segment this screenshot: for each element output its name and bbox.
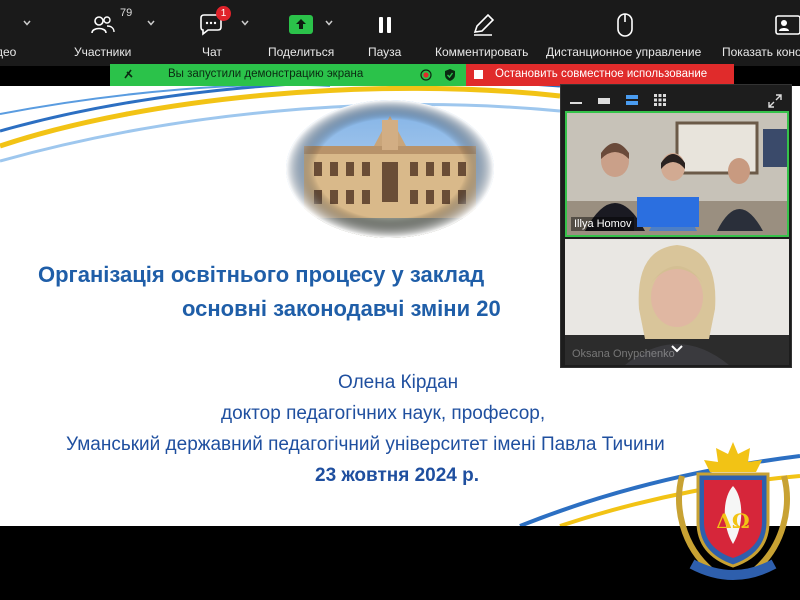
- shield-icon[interactable]: [444, 68, 456, 82]
- remote-control-mouse-icon: [617, 13, 633, 37]
- gallery-view-icon[interactable]: [653, 93, 667, 107]
- participants-button[interactable]: 79 Участники: [66, 0, 164, 66]
- speaker-view-icon[interactable]: [625, 93, 639, 107]
- slide-degree: доктор педагогічних наук, професор,: [221, 403, 546, 424]
- screen-sharing-banner: Вы запустили демонстрацию экрана: [110, 64, 466, 86]
- logo-letters: ΔΩ: [716, 509, 749, 533]
- chat-unread-badge: 1: [216, 6, 231, 21]
- active-speaker-view-icon[interactable]: [597, 93, 611, 107]
- participants-label: Участники: [74, 45, 132, 59]
- university-building-image: [286, 100, 494, 238]
- video-button[interactable]: деo: [0, 0, 40, 66]
- caret-down-icon[interactable]: [324, 18, 334, 28]
- chat-button[interactable]: 1 Чат: [190, 0, 256, 66]
- share-label: Поделиться: [268, 45, 335, 59]
- remote-label: Дистанционное управление: [546, 45, 702, 59]
- participant-video-tile[interactable]: Illya Homov: [565, 111, 789, 237]
- stop-icon: [474, 70, 483, 79]
- slide-author: Олена Кірдан: [338, 372, 459, 393]
- participant-name: Illya Homov: [571, 217, 635, 231]
- caret-down-icon[interactable]: [146, 18, 156, 28]
- fullscreen-icon[interactable]: [767, 93, 783, 109]
- minimize-video-icon[interactable]: [569, 93, 583, 107]
- meeting-toolbar: деo 79 Участники 1 Чат: [0, 0, 800, 66]
- pause-share-button[interactable]: Пауза: [366, 0, 406, 66]
- caret-down-icon[interactable]: [240, 18, 250, 28]
- show-names-icon: [775, 15, 800, 35]
- pause-icon: [379, 17, 391, 33]
- participant-name: Oksana Onypchenko: [572, 348, 675, 360]
- stop-share-button[interactable]: Остановить совместное использование: [466, 64, 734, 86]
- annotate-button[interactable]: Комментировать: [432, 0, 536, 66]
- chat-label: Чат: [202, 45, 222, 59]
- zoom-share-window: деo 79 Участники 1 Чат: [0, 0, 800, 600]
- annotate-pen-icon: [473, 13, 495, 36]
- video-label: деo: [0, 45, 17, 59]
- caret-down-icon[interactable]: [22, 18, 32, 28]
- pause-label: Пауза: [368, 45, 402, 59]
- participants-count: 79: [120, 7, 133, 19]
- video-panel: Illya Homov Oksana Onypchenko: [560, 84, 792, 368]
- remote-control-button[interactable]: Дистанционное управление: [545, 0, 707, 66]
- show-names-label: Показать коно: [722, 45, 800, 59]
- show-names-button[interactable]: Показать коно: [720, 0, 800, 66]
- university-logo: ΔΩ: [676, 442, 790, 580]
- participants-icon: [91, 16, 115, 34]
- stop-share-label: Остановить совместное использование: [495, 68, 708, 80]
- chevron-down-icon[interactable]: [669, 343, 685, 355]
- pin-icon[interactable]: [122, 68, 134, 82]
- participant-video-tile[interactable]: Oksana Onypchenko: [565, 239, 789, 365]
- recording-indicator-icon: [420, 69, 432, 81]
- sharing-status-text: Вы запустили демонстрацию экрана: [168, 68, 364, 80]
- annotate-label: Комментировать: [435, 45, 529, 59]
- share-screen-button[interactable]: Поделиться: [266, 0, 356, 66]
- share-screen-icon: [289, 15, 313, 34]
